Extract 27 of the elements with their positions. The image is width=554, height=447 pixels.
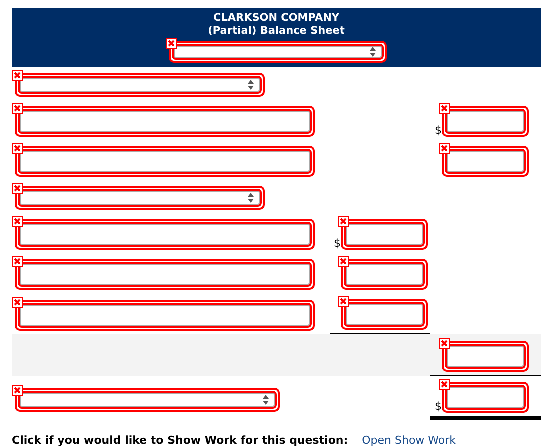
show-work-link[interactable]: Open Show Work [362,434,456,447]
currency-sign: $ [334,238,341,250]
caret-icon [263,394,269,404]
show-work-prompt: Click if you would like to Show Work for this question: [12,434,348,447]
sheet-title: (Partial) Balance Sheet [208,25,345,38]
caret-icon [248,193,254,203]
input-field[interactable] [341,259,428,290]
currency-sign: $ [435,125,442,137]
input-field[interactable] [442,146,529,177]
input-field[interactable] [442,106,529,137]
dropdown[interactable] [169,41,387,63]
input-field[interactable] [442,382,529,413]
input-field[interactable] [15,219,315,250]
caret-icon [370,47,376,57]
input-field[interactable] [15,106,315,137]
dropdown[interactable] [15,388,280,412]
input-field[interactable] [15,259,315,290]
dropdown[interactable] [15,73,265,97]
input-field[interactable] [15,146,315,177]
input-field[interactable] [341,299,428,330]
caret-icon [248,80,254,90]
input-field[interactable] [15,300,315,330]
currency-sign: $ [435,401,442,413]
company-name: CLARKSON COMPANY [213,12,340,25]
input-field[interactable] [442,340,529,372]
input-field[interactable] [341,219,428,250]
dropdown[interactable] [15,186,265,210]
